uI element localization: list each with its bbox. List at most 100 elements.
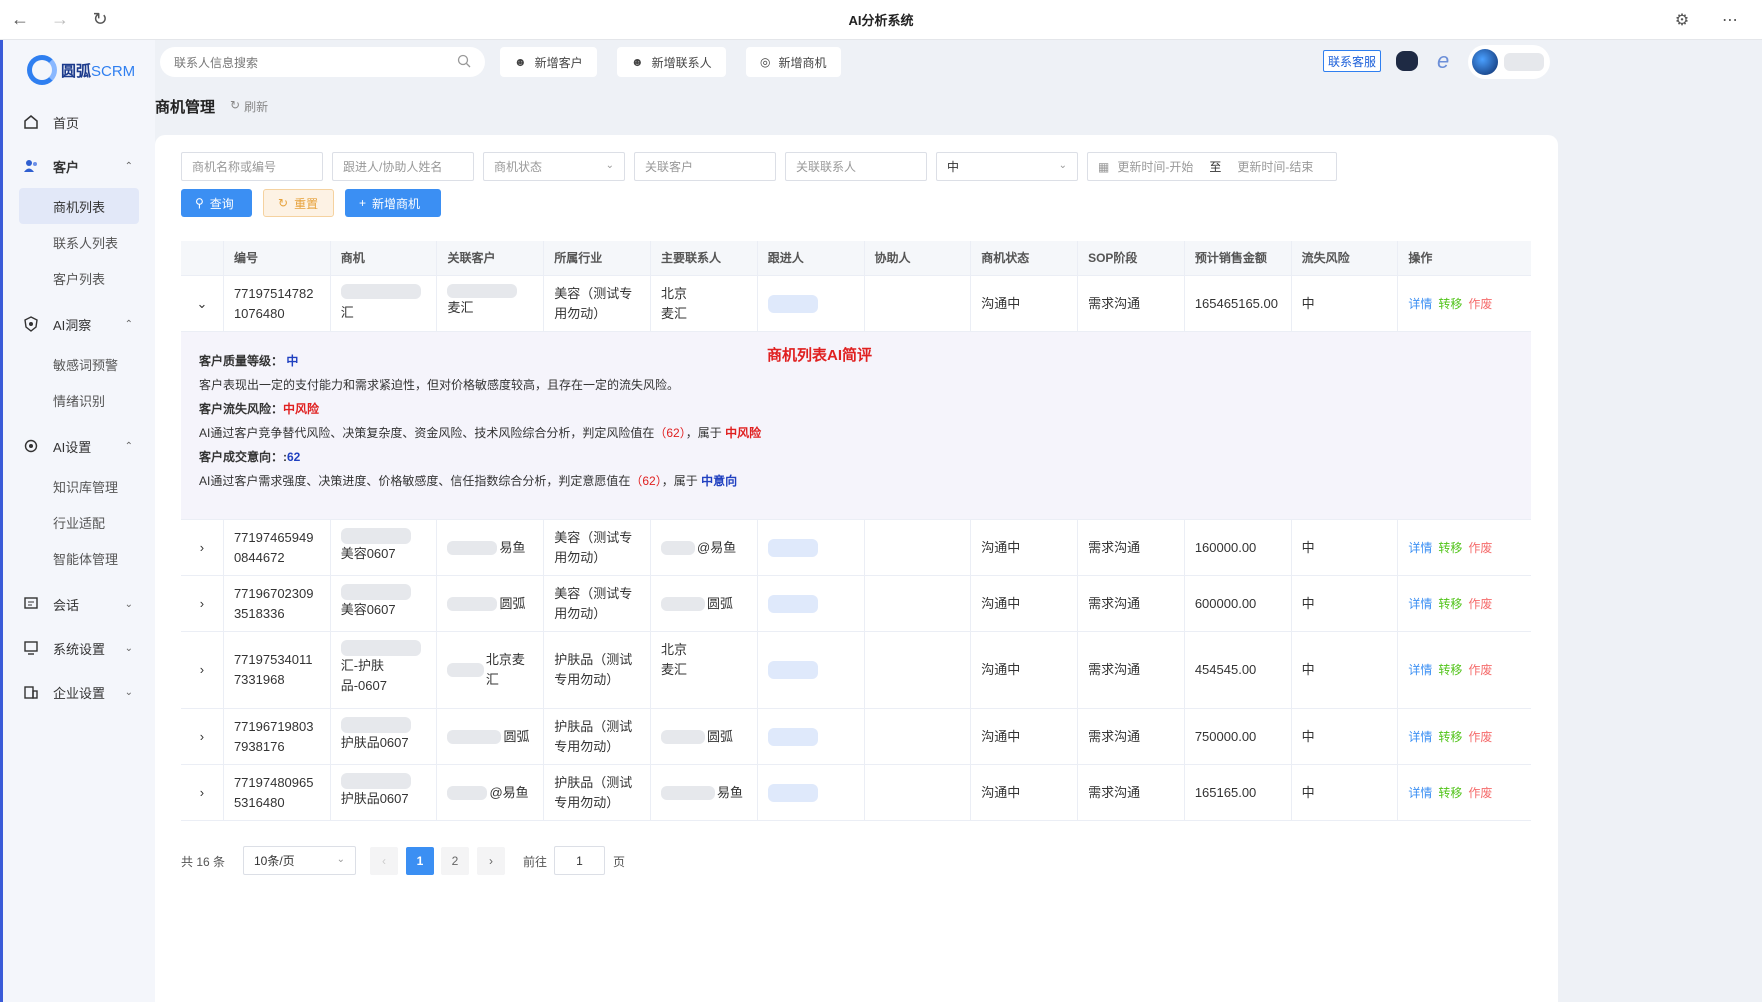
reload-icon[interactable]: ↻ [80,0,120,40]
table-row[interactable]: › 77197534011 7331968 汇-护肤品-0607 北京麦汇 护肤… [181,632,1531,709]
cell-opportunity: 美容0607 [331,576,438,631]
refresh-button[interactable]: ↻ 刷新 [230,98,268,115]
cell-contact-a: 圆弧 [707,728,734,744]
transfer-link[interactable]: 转移 [1438,660,1462,680]
chevron-right-icon[interactable]: › [181,709,224,764]
prev-page-button[interactable]: ‹ [370,847,398,875]
page-button[interactable]: 1 [406,847,434,875]
churn-score: （62） [654,426,686,440]
filter-customer-input[interactable]: 关联客户 [634,152,776,181]
intent-desc: AI通过客户需求强度、决策进度、价格敏感度、信任指数综合分析，判定意愿值在（62… [199,472,737,489]
nav-session[interactable]: 会话 ⌄ [3,582,155,626]
page-button[interactable]: 2 [441,847,469,875]
goto-page-input[interactable]: 1 [554,846,605,875]
nav-sensitive-words[interactable]: 敏感词预警 [19,346,139,382]
nav-ai-insight[interactable]: AI洞察 ⌃ [3,302,155,346]
search-icon[interactable] [457,54,471,71]
cell-status: 沟通中 [971,709,1079,764]
void-link[interactable]: 作废 [1468,594,1492,614]
filter-status-select[interactable]: 商机状态 ⌄ [483,152,625,181]
username-redacted [1504,53,1544,71]
void-link[interactable]: 作废 [1468,660,1492,680]
void-link[interactable]: 作废 [1468,538,1492,558]
query-button[interactable]: ⚲ 查询 [181,189,252,217]
nav-customer-list[interactable]: 客户列表 [19,260,139,296]
chevron-right-icon[interactable]: › [181,576,224,631]
nav-contact-list[interactable]: 联系人列表 [19,224,139,260]
detail-link[interactable]: 详情 [1408,660,1432,680]
nav-system[interactable]: 系统设置 ⌄ [3,626,155,670]
search-input[interactable]: 联系人信息搜索 [160,47,485,77]
filter-date-range[interactable]: ▦ 更新时间-开始 至 更新时间-结束 [1087,152,1337,181]
cell-risk: 中 [1292,576,1399,631]
monitor-icon [23,640,39,656]
cell-status: 沟通中 [971,520,1079,575]
pagination: 共 16 条 10条/页 ⌄ ‹ 1 2 › 前往 1 页 [181,846,625,875]
filter-name-input[interactable]: 商机名称或编号 [181,152,323,181]
table-row[interactable]: › 77196702309 3518336 美容0607 圆弧 美容（测试专用勿… [181,576,1531,632]
robot-icon[interactable] [1396,51,1418,71]
cell-industry: 美容（测试专用勿动） [544,576,651,631]
settings-icon[interactable]: ⚙ [1662,0,1702,40]
table-row[interactable]: ⌄ 77197514782 1076480 汇 麦汇 美容（测试专用勿动） 北京… [181,276,1531,332]
nav-knowledge[interactable]: 知识库管理 [19,468,139,504]
nav-emotion[interactable]: 情绪识别 [19,382,139,418]
date-sep: 至 [1209,160,1222,174]
filter-contact-input[interactable]: 关联联系人 [785,152,927,181]
transfer-link[interactable]: 转移 [1438,727,1462,747]
intent-level: 中意向 [701,474,738,488]
table-row[interactable]: › 77197465949 0844672 美容0607 易鱼 美容（测试专用勿… [181,520,1531,576]
add-opportunity-button[interactable]: + 新增商机 [345,189,441,217]
detail-link[interactable]: 详情 [1408,783,1432,803]
cell-industry: 美容（测试专用勿动） [544,276,651,331]
reset-button[interactable]: ↻ 重置 [263,189,334,217]
next-page-button[interactable]: › [477,847,505,875]
customer-service-button[interactable]: 联系客服 [1323,50,1382,72]
filter-follower-input[interactable]: 跟进人/协助人姓名 [332,152,474,181]
nav-customer[interactable]: 客户 ⌃ [3,144,155,188]
nav-opportunity-list[interactable]: 商机列表 [19,188,139,224]
table-row[interactable]: › 77197480965 5316480 护肤品0607 @易鱼 护肤品（测试… [181,765,1531,821]
chevron-right-icon[interactable]: › [181,520,224,575]
transfer-link[interactable]: 转移 [1438,594,1462,614]
add-customer-button[interactable]: ☻ 新增客户 [500,47,597,77]
redacted [340,284,421,299]
browser-e-icon[interactable]: e [1437,48,1449,74]
transfer-link[interactable]: 转移 [1438,294,1462,314]
back-icon[interactable]: ← [0,0,40,40]
cell-industry: 美容（测试专用勿动） [544,520,651,575]
chevron-down-icon[interactable]: ⌄ [181,276,224,331]
detail-link[interactable]: 详情 [1408,727,1432,747]
nav-agent[interactable]: 智能体管理 [19,540,139,576]
transfer-link[interactable]: 转移 [1438,783,1462,803]
nav-ai-settings-label: AI设置 [53,439,92,455]
detail-link[interactable]: 详情 [1408,594,1432,614]
nav-ai-settings[interactable]: AI设置 ⌃ [3,424,155,468]
nav-customer-label: 客户 [53,159,80,175]
filter-risk-select[interactable]: 中 ⌄ [936,152,1078,181]
forward-icon[interactable]: → [40,0,80,40]
intent-line: 客户成交意向：:62 [199,448,300,465]
target-icon: ◎ [760,55,771,69]
void-link[interactable]: 作废 [1468,294,1492,314]
chevron-right-icon[interactable]: › [181,765,224,820]
page-size-select[interactable]: 10条/页 ⌄ [243,846,356,875]
nav-industry[interactable]: 行业适配 [19,504,139,540]
user-menu[interactable] [1468,45,1550,79]
chevron-right-icon[interactable]: › [181,632,224,708]
cell-opportunity: 护肤品0607 [331,765,438,820]
add-opportunity-header-button[interactable]: ◎ 新增商机 [746,47,841,77]
nav-home[interactable]: 首页 [3,100,155,144]
detail-link[interactable]: 详情 [1408,294,1432,314]
detail-link[interactable]: 详情 [1408,538,1432,558]
more-icon[interactable]: ⋯ [1710,0,1750,40]
add-contact-button[interactable]: ☻ 新增联系人 [617,47,726,77]
table-row[interactable]: › 77196719803 7938176 护肤品0607 圆弧 护肤品（测试专… [181,709,1531,765]
transfer-link[interactable]: 转移 [1438,538,1462,558]
cell-opp-text: 美容0607 [340,546,396,561]
cell-customer-text: 麦汇 [447,300,474,315]
void-link[interactable]: 作废 [1468,783,1492,803]
void-link[interactable]: 作废 [1468,727,1492,747]
logo-main: 圆弧 [61,62,92,80]
nav-enterprise[interactable]: 企业设置 ⌄ [3,670,155,714]
